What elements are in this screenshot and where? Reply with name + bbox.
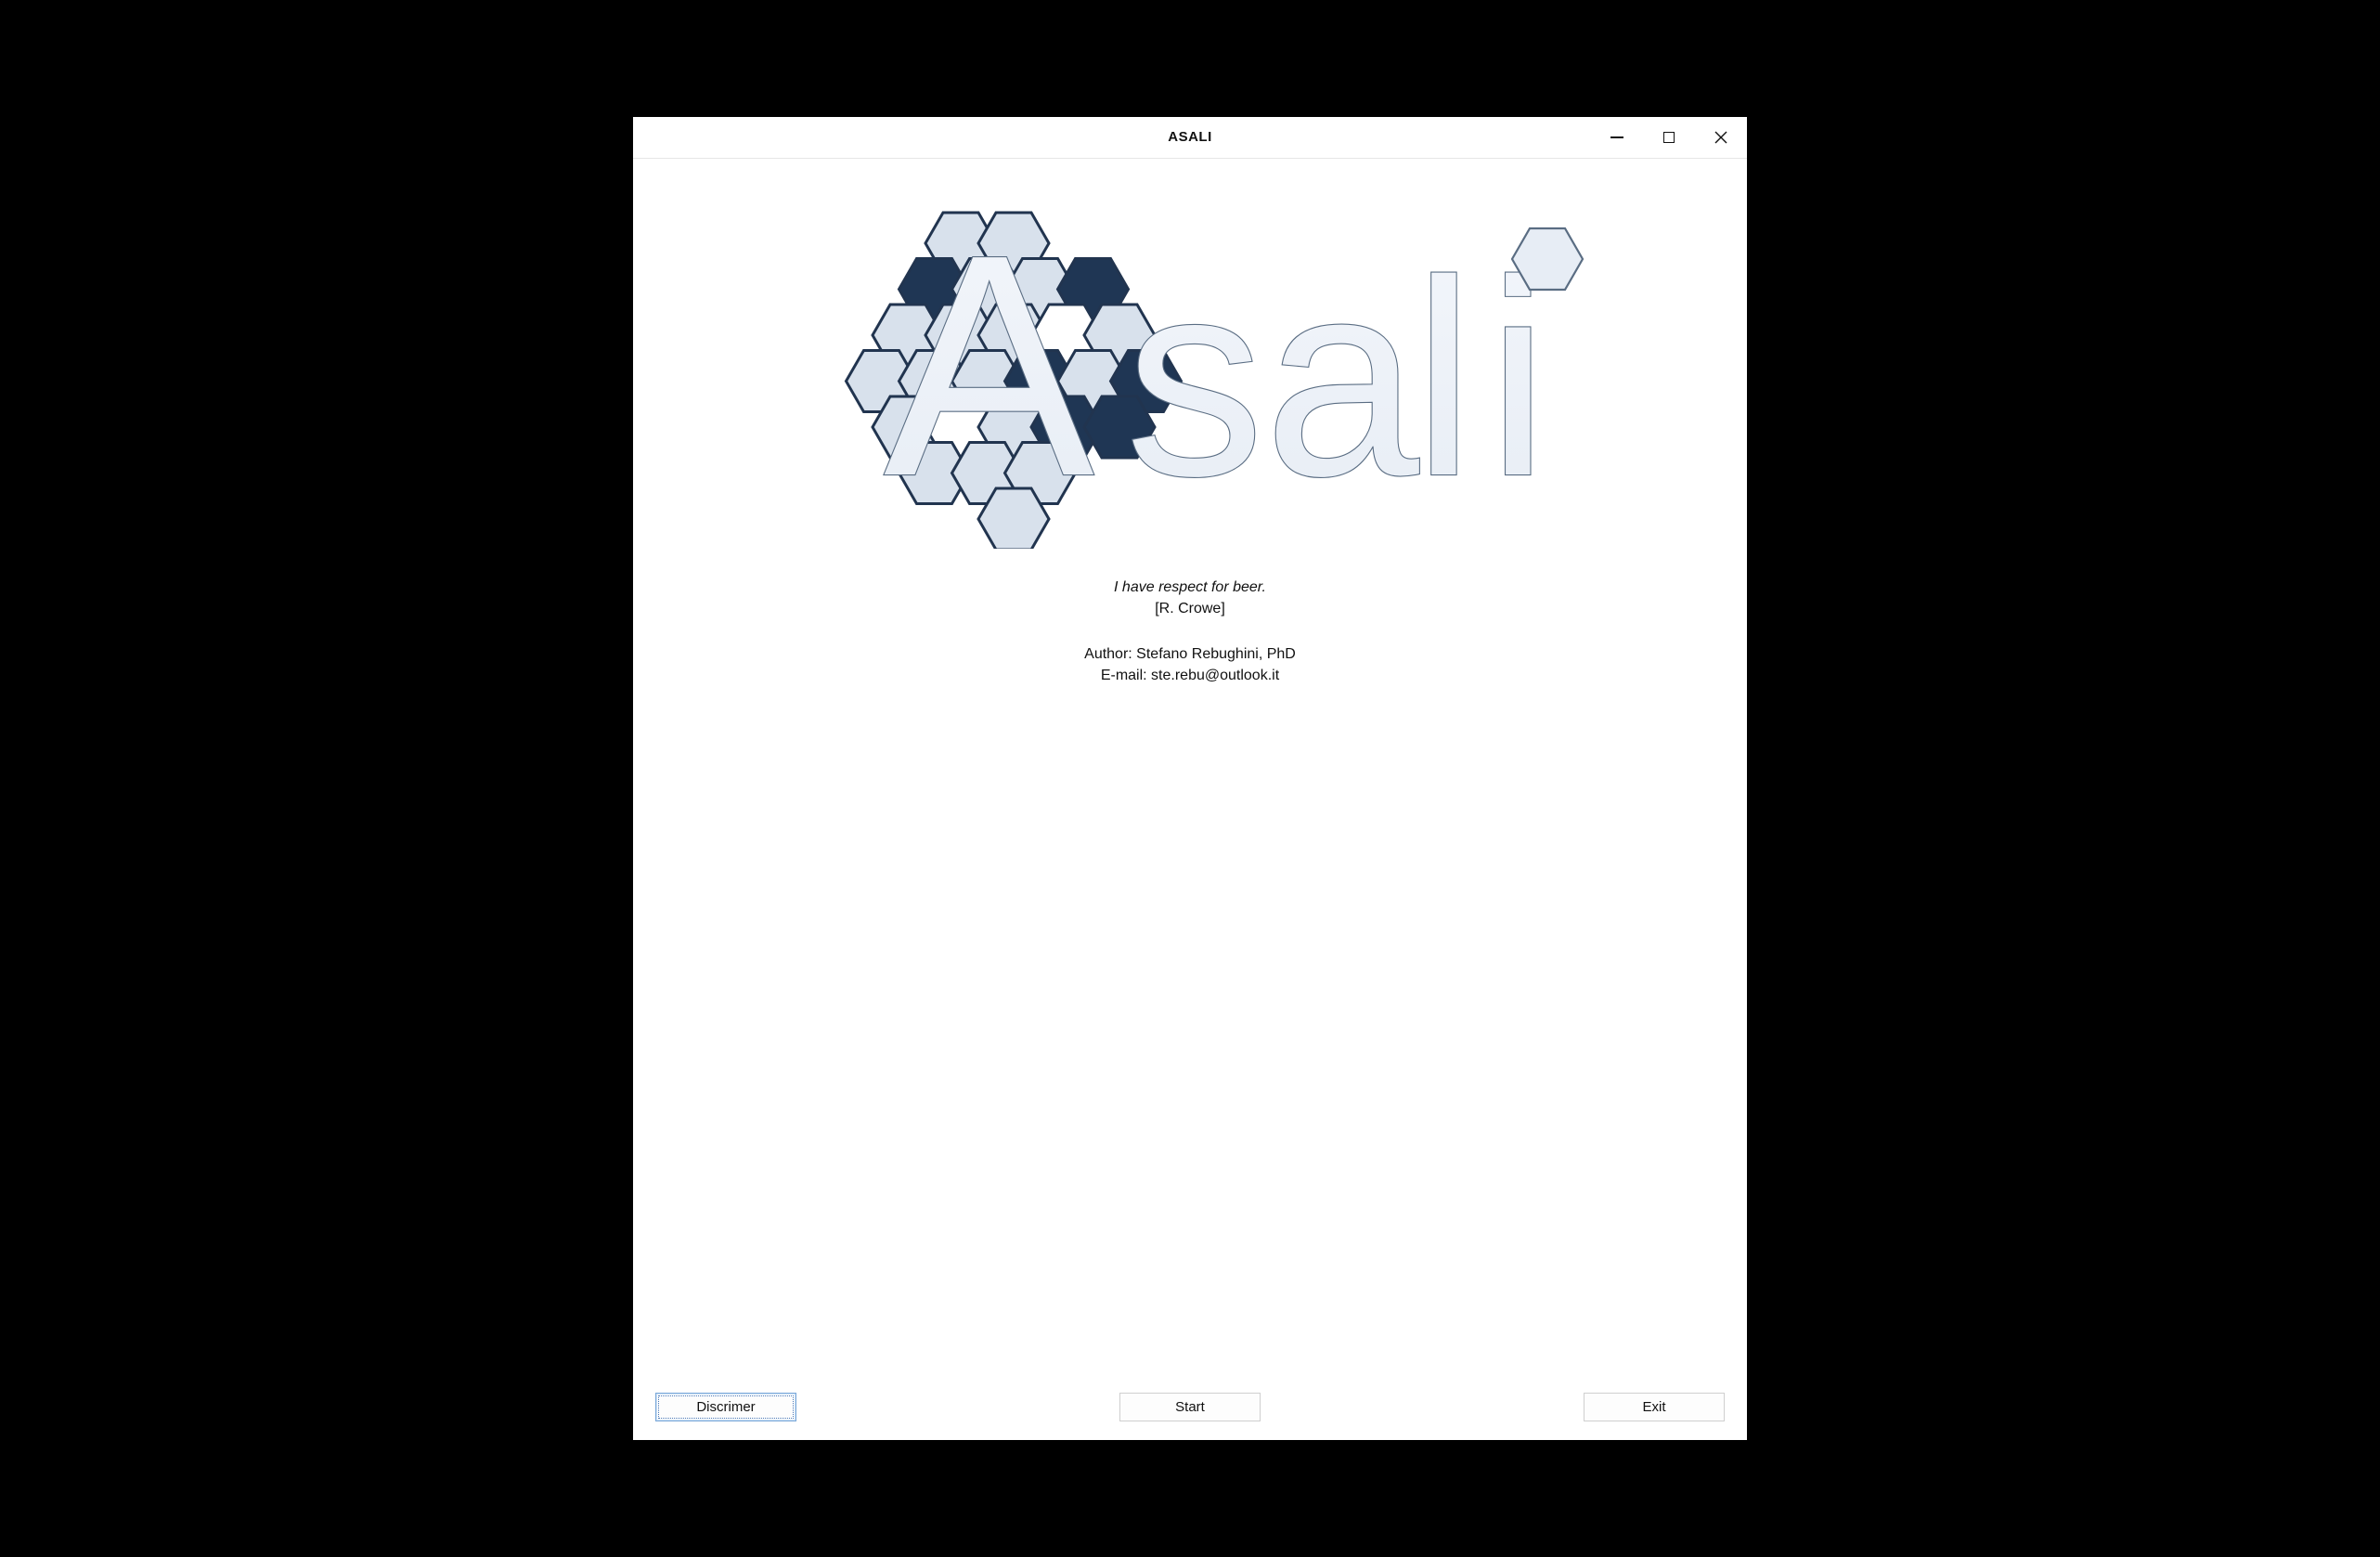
button-row: Discrimer Start Exit [652,1387,1728,1423]
close-button[interactable] [1695,117,1747,158]
quote-attribution: [R. Crowe] [652,598,1728,619]
svg-text:a: a [1264,222,1421,534]
discrimer-button[interactable]: Discrimer [655,1393,796,1421]
app-window: ASALI [633,117,1747,1440]
exit-button[interactable]: Exit [1584,1393,1725,1421]
svg-text:s: s [1125,222,1264,534]
info-block: I have respect for beer. [R. Crowe] Auth… [652,577,1728,687]
email-line: E-mail: ste.rebu@outlook.it [652,665,1728,686]
logo-container: A s a l i [652,187,1728,577]
minimize-button[interactable] [1591,117,1643,158]
window-controls [1591,117,1747,158]
close-icon [1714,131,1727,144]
author-line: Author: Stefano Rebughini, PhD [652,643,1728,665]
titlebar: ASALI [633,117,1747,159]
start-button[interactable]: Start [1119,1393,1261,1421]
content-area: A s a l i I have respect for beer. [R. C… [633,159,1747,1440]
maximize-icon [1663,132,1675,143]
minimize-icon [1610,136,1623,138]
window-title: ASALI [1168,129,1212,145]
svg-text:l: l [1413,222,1475,534]
svg-text:A: A [884,196,1095,542]
quote-text: I have respect for beer. [652,577,1728,598]
maximize-button[interactable] [1643,117,1695,158]
asali-logo: A s a l i [782,196,1598,549]
